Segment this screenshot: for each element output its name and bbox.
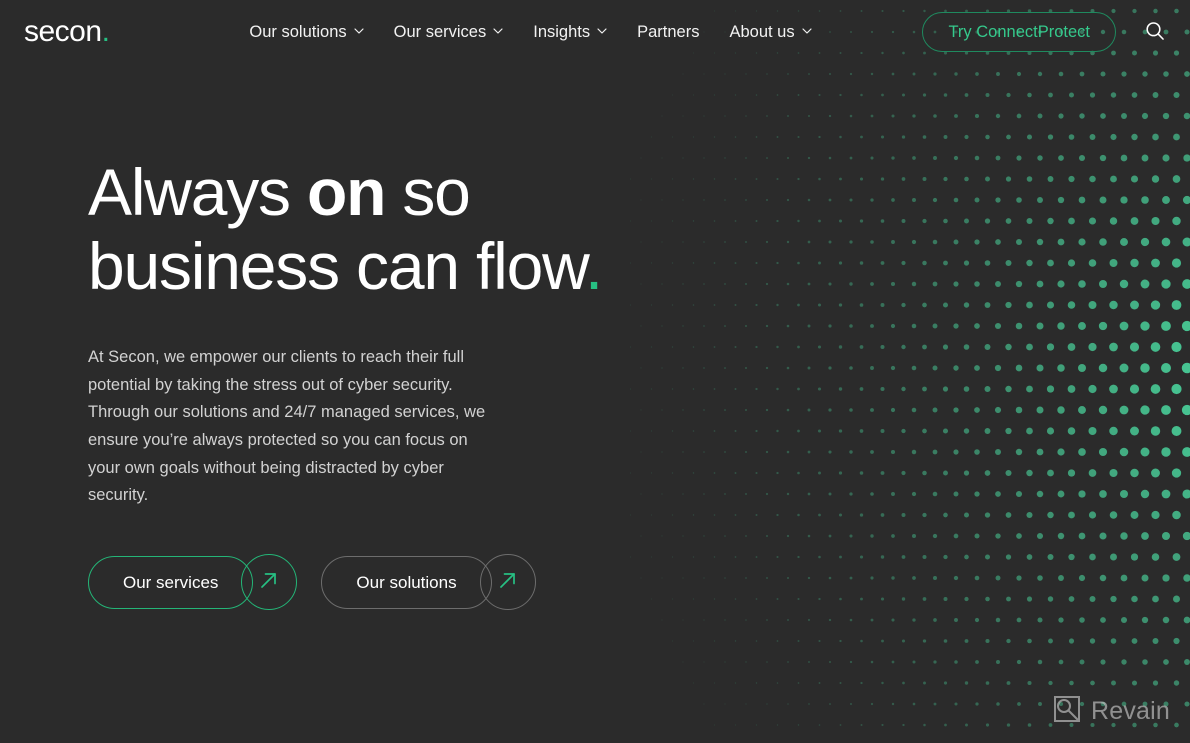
halftone-dot-pattern (630, 8, 1190, 728)
title-period: . (584, 228, 603, 303)
revain-watermark: Revain (1052, 694, 1170, 729)
nav-item-insights[interactable]: Insights (533, 24, 607, 41)
our-solutions-button[interactable]: Our solutions (321, 555, 492, 609)
arrow-up-right-icon (256, 567, 282, 598)
chevron-down-icon (354, 26, 364, 36)
nav-item-our-services[interactable]: Our services (394, 24, 504, 41)
nav-item-our-solutions[interactable]: Our solutions (249, 22, 364, 41)
chevron-down-icon (493, 26, 503, 36)
search-icon (1144, 20, 1166, 45)
nav-label: Our services (393, 22, 487, 41)
try-connectprotect-button[interactable]: Try ConnectProtect (922, 11, 1116, 53)
hero-cta-group: Our services Our solutions (88, 554, 660, 611)
nav-item-partners[interactable]: Partners (637, 24, 699, 41)
chevron-down-icon (597, 26, 607, 36)
page-title: Always on so business can flow. (88, 155, 660, 304)
main-navigation: Our solutions Our services Insights Part… (249, 22, 812, 41)
arrow-up-right-icon (495, 567, 521, 598)
chevron-down-icon (802, 26, 812, 36)
nav-label: Our solutions (249, 22, 347, 41)
nav-label: About us (729, 22, 795, 41)
site-header: secon. Our solutions Our services Insigh… (0, 0, 1190, 64)
hero-section: Always on so business can flow. At Secon… (0, 64, 660, 611)
header-actions: Try ConnectProtect (922, 11, 1168, 53)
revain-logo-icon (1052, 694, 1082, 729)
our-services-button[interactable]: Our services (88, 555, 254, 609)
cta-our-services: Our services (88, 554, 298, 611)
logo-text: secon (24, 15, 102, 48)
hero-description: At Secon, we empower our clients to reac… (88, 347, 486, 505)
cta-our-solutions: Our solutions (321, 554, 536, 611)
watermark-label: Revain (1090, 697, 1170, 725)
title-part-1: Always (88, 155, 307, 229)
search-button[interactable] (1142, 19, 1168, 45)
title-emphasis: on (307, 155, 386, 229)
nav-label: Partners (637, 22, 700, 41)
nav-item-about-us[interactable]: About us (729, 22, 812, 41)
logo-dot: . (101, 15, 110, 48)
nav-label: Insights (533, 22, 591, 41)
logo[interactable]: secon. (24, 15, 110, 48)
